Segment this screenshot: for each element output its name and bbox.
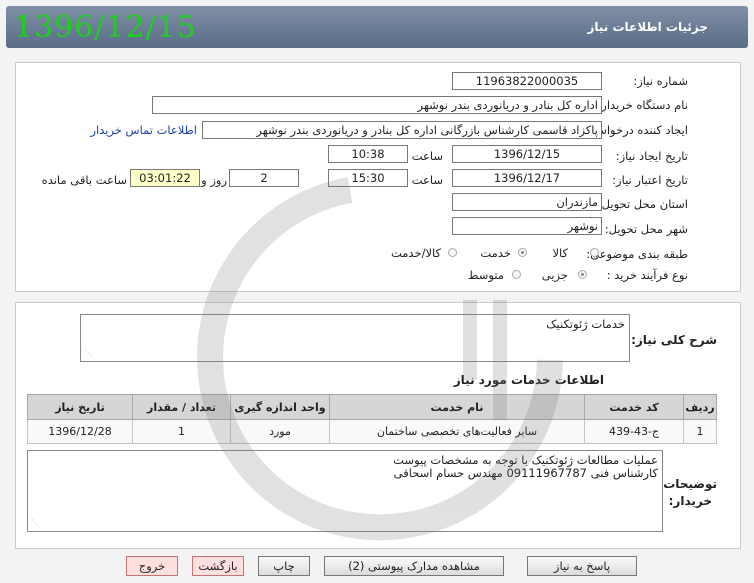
- remaining-time-field: 03:01:22: [130, 169, 200, 187]
- process-radio-minor[interactable]: [578, 270, 587, 279]
- cell-unit: مورد: [230, 419, 330, 444]
- services-table: ردیف کد خدمت نام خدمت واحد اندازه گیری ت…: [27, 394, 717, 444]
- cell-service-name: سایر فعالیت‌های تخصصی ساختمان: [329, 419, 585, 444]
- need-number-field: 1196382200003​5: [452, 72, 602, 90]
- col-unit: واحد اندازه گیری: [230, 394, 330, 420]
- validity-time-label: ساعت: [411, 173, 443, 187]
- resize-grip-icon[interactable]: ⋰: [31, 516, 39, 529]
- page-header: 1396/12/15 جزئیات اطلاعات نیاز: [6, 6, 748, 48]
- created-time-field: 10:38: [328, 145, 408, 163]
- buyer-notes-label-2: خریدار:: [668, 494, 712, 508]
- city-field: نوشهر: [452, 217, 602, 235]
- exit-button[interactable]: خروج: [126, 556, 178, 576]
- view-attachments-button[interactable]: مشاهده مدارک پیوستی (2): [324, 556, 504, 576]
- created-date-label: تاریخ ایجاد نیاز:: [615, 149, 688, 163]
- validity-time-field: 15:30: [328, 169, 408, 187]
- category-option-both: کالا/خدمت: [390, 246, 441, 260]
- buyer-notes-textarea: عملیات مطالعات ژئوتکنیک با توجه به مشخصا…: [27, 450, 663, 532]
- cell-need-date: 1396/12/28: [27, 419, 133, 444]
- col-service-name: نام خدمت: [329, 394, 585, 420]
- resize-grip-icon[interactable]: ⋰: [84, 346, 92, 359]
- date-stamp: 1396/12/15: [14, 10, 197, 45]
- cell-row-number: 1: [683, 419, 717, 444]
- validity-date-label: تاریخ اعتبار نیاز:: [612, 173, 688, 187]
- cell-service-code: ج-43-439: [584, 419, 684, 444]
- col-need-date: تاریخ نیاز: [27, 394, 133, 420]
- requester-field: پاکزاد قاسمی کارشناس بازرگانی اداره کل ب…: [202, 121, 602, 139]
- summary-text: خدمات ژئوتکنیک: [546, 317, 625, 331]
- back-button[interactable]: بازگشت: [192, 556, 244, 576]
- buyer-notes-label-1: توضیحات: [663, 477, 717, 491]
- category-radio-goods[interactable]: [590, 248, 599, 257]
- city-label: شهر محل تحویل:: [604, 222, 688, 236]
- cell-quantity: 1: [132, 419, 231, 444]
- summary-label: شرح کلی نیاز:: [631, 333, 717, 347]
- process-label: نوع فرآیند خرید :: [606, 268, 688, 282]
- table-row: 1 ج-43-439 سایر فعالیت‌های تخصصی ساختمان…: [27, 419, 717, 444]
- services-title: اطلاعات خدمات مورد نیاز: [453, 373, 604, 387]
- col-service-code: کد خدمت: [584, 394, 684, 420]
- need-number-label: شماره نیاز:: [633, 74, 688, 88]
- process-option-medium: متوسط: [467, 268, 504, 282]
- page-title: جزئیات اطلاعات نیاز: [587, 20, 708, 34]
- province-label: استان محل تحویل:: [597, 197, 688, 211]
- days-label: روز و: [201, 173, 227, 187]
- buyer-notes-line: کارشناس فنی 09111967787 مهندس حسام اسحاق…: [393, 466, 658, 480]
- services-header-row: ردیف کد خدمت نام خدمت واحد اندازه گیری ت…: [27, 394, 717, 420]
- print-button[interactable]: چاپ: [258, 556, 310, 576]
- remaining-days-field: 2: [229, 169, 299, 187]
- remaining-label: ساعت باقی مانده: [41, 173, 127, 187]
- category-radio-both[interactable]: [448, 248, 457, 257]
- category-option-goods: کالا: [552, 246, 568, 260]
- created-date-field: 1396/12/15: [452, 145, 602, 163]
- validity-date-field: 1396/12/17: [452, 169, 602, 187]
- summary-textarea: خدمات ژئوتکنیک ⋰: [80, 314, 630, 362]
- category-label: طبقه بندی موضوعی:: [586, 247, 688, 261]
- created-time-label: ساعت: [411, 149, 443, 163]
- col-quantity: تعداد / مقدار: [132, 394, 231, 420]
- category-option-service: خدمت: [480, 246, 511, 260]
- category-radio-service[interactable]: [518, 248, 527, 257]
- process-radio-medium[interactable]: [512, 270, 521, 279]
- process-option-minor: جزیی: [541, 268, 568, 282]
- province-field: مازندران: [452, 193, 602, 211]
- col-row-number: ردیف: [683, 394, 717, 420]
- buyer-org-label: نام دستگاه خریدار:: [597, 98, 688, 112]
- buyer-org-field: اداره کل بنادر و دریانوردی بندر نوشهر: [152, 96, 602, 114]
- buyer-contact-link[interactable]: اطلاعات تماس خریدار: [90, 123, 197, 137]
- reply-button[interactable]: پاسخ به نیاز: [527, 556, 637, 576]
